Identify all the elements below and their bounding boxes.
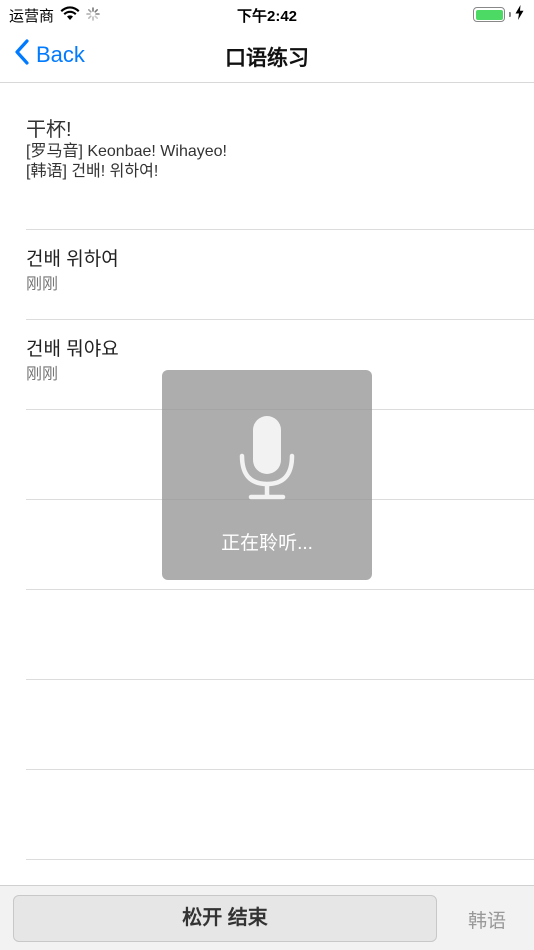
listening-hud: 正在聆听... <box>162 370 372 580</box>
featured-korean: [韩语] 건배! 위하여! <box>26 163 159 180</box>
battery-icon <box>473 7 505 22</box>
list-item-time: 刚刚 <box>26 276 59 293</box>
featured-phrase[interactable]: 干杯! [罗马音] Keonbae! Wihayeo! [韩语] 건배! 위하여… <box>26 84 534 230</box>
charging-bolt-icon <box>515 5 524 24</box>
nav-bar: Back 口语练习 <box>0 28 534 83</box>
status-time: 下午2:42 <box>236 8 298 25</box>
listening-label: 正在聆听... <box>221 533 313 554</box>
language-toggle-button[interactable]: 韩语 <box>468 906 506 933</box>
featured-romanization: [罗马音] Keonbae! Wihayeo! <box>26 143 227 160</box>
empty-row <box>26 770 534 860</box>
battery-tip <box>509 12 511 17</box>
bottom-toolbar: 松开 结束 韩语 <box>0 885 534 950</box>
list-item[interactable]: 건배 위하여 刚刚 <box>26 230 534 320</box>
microphone-icon <box>237 412 297 502</box>
status-bar: 运营商 下午2:42 <box>0 0 534 28</box>
hold-to-talk-button[interactable]: 松开 结束 <box>13 895 437 942</box>
empty-row <box>26 590 534 680</box>
screen: 运营商 下午2:42 Back 口语练习 干杯! [罗马音] Keonbae! … <box>0 0 534 950</box>
featured-title: 干杯! <box>26 119 72 141</box>
page-title: 口语练习 <box>225 47 309 70</box>
list-item-text: 건배 뭐야요 <box>26 339 119 360</box>
list-item-text: 건배 위하여 <box>26 249 119 270</box>
empty-row <box>26 680 534 770</box>
status-right <box>473 5 524 24</box>
battery-fill <box>475 9 503 20</box>
